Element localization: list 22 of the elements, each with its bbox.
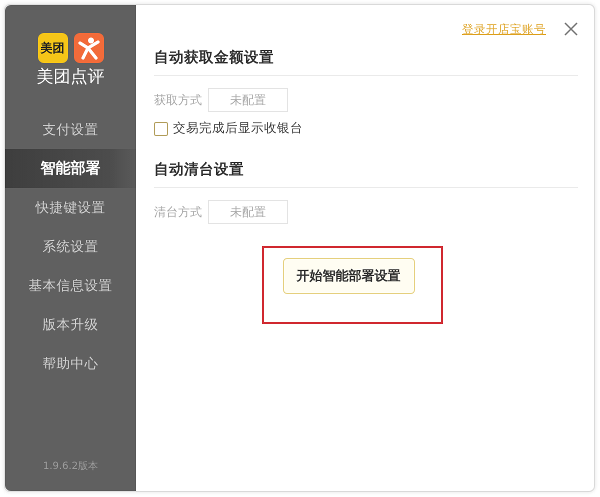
sidebar-item[interactable]: 系统设置	[5, 227, 136, 266]
brand-badge: 美团	[38, 33, 68, 63]
section-title: 自动获取金额设置	[154, 48, 274, 68]
sidebar-item[interactable]: 版本升级	[5, 305, 136, 344]
checkbox-label: 交易完成后显示收银台	[173, 120, 303, 137]
sidebar-item[interactable]: 基本信息设置	[5, 266, 136, 305]
runner-logo-icon	[74, 33, 104, 63]
input-field[interactable]: 未配置	[208, 88, 288, 112]
field-label: 清台方式	[154, 204, 202, 220]
version-label: 1.9.6.2版本	[43, 460, 98, 473]
sidebar-item[interactable]: 智能部署	[5, 149, 136, 188]
field-label: 获取方式	[154, 92, 202, 108]
login-link[interactable]: 登录开店宝账号	[462, 22, 546, 36]
start-setup-button[interactable]: 开始智能部署设置	[282, 258, 414, 294]
sidebar-item[interactable]: 快捷键设置	[5, 188, 136, 227]
input-field[interactable]: 未配置	[208, 200, 288, 224]
brand-name: 美团点评	[36, 66, 104, 88]
sidebar-item[interactable]: 支付设置	[5, 110, 136, 149]
close-icon[interactable]	[564, 22, 578, 36]
section-title: 自动清台设置	[154, 160, 244, 180]
sidebar-item[interactable]: 帮助中心	[5, 344, 136, 383]
checkbox[interactable]	[154, 122, 168, 136]
